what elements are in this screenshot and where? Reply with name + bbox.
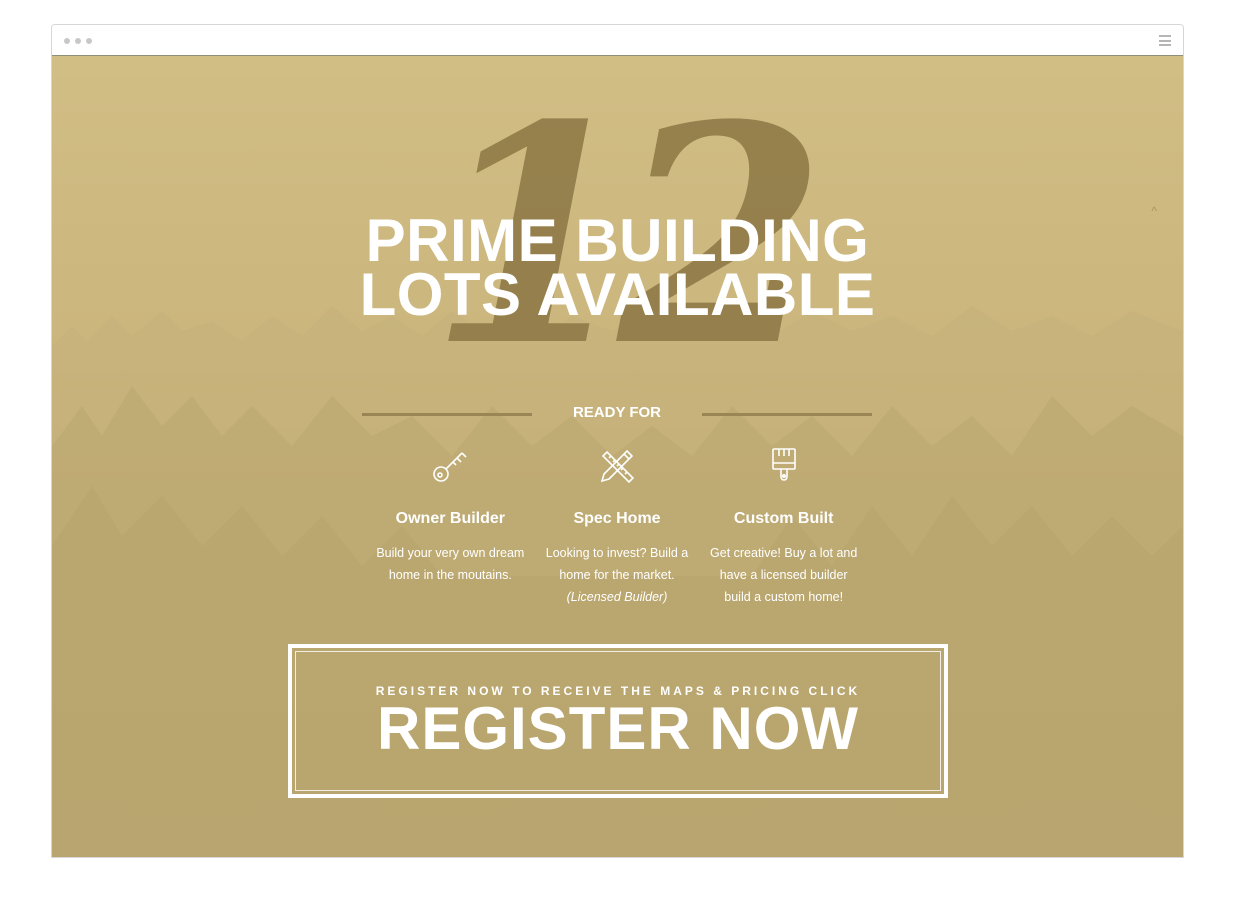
paint-brush-icon: [771, 448, 796, 481]
chevron-up-icon[interactable]: ^: [1151, 204, 1157, 218]
cta-title: REGISTER NOW: [376, 695, 859, 762]
window-dot: [75, 38, 81, 44]
browser-window: 12 PRIME BUILDING LOTS AVAILABLE ^ READY…: [51, 24, 1184, 858]
features-row: Owner Builder Build your very own dream …: [367, 446, 867, 608]
feature-title: Owner Builder: [395, 510, 506, 527]
window-dots: [64, 38, 92, 44]
feature-description: Looking to invest? Build a home for the …: [542, 542, 692, 608]
hero-section: 12 PRIME BUILDING LOTS AVAILABLE ^ READY…: [52, 56, 1183, 857]
feature-title: Spec Home: [573, 510, 661, 527]
pencil-ruler-icon: [600, 449, 635, 484]
feature-custom-built: Custom Built Get creative! Buy a lot and…: [700, 446, 867, 608]
page-headline: PRIME BUILDING LOTS AVAILABLE: [52, 207, 1183, 328]
feature-description: Get creative! Buy a lot and have a licen…: [709, 542, 859, 608]
hamburger-icon[interactable]: [1159, 35, 1171, 46]
feature-owner-builder: Owner Builder Build your very own dream …: [367, 446, 534, 608]
headline-line-2: LOTS AVAILABLE: [359, 261, 876, 328]
feature-description: Build your very own dream home in the mo…: [375, 542, 525, 586]
headline-line-1: PRIME BUILDING: [365, 207, 870, 274]
feature-title: Custom Built: [733, 510, 834, 527]
feature-description-text: Get creative! Buy a lot and have a licen…: [710, 546, 858, 604]
register-now-button[interactable]: REGISTER NOW TO RECEIVE THE MAPS & PRICI…: [288, 644, 948, 798]
divider-line-right: [702, 413, 872, 416]
feature-note: (Licensed Builder): [566, 590, 668, 604]
feature-description-text: Looking to invest? Build a home for the …: [545, 546, 689, 582]
browser-toolbar: [52, 25, 1183, 56]
feature-description-text: Build your very own dream home in the mo…: [376, 546, 525, 582]
window-dot: [64, 38, 70, 44]
key-icon: [433, 452, 467, 482]
window-dot: [86, 38, 92, 44]
ready-for-divider: READY FOR: [362, 402, 872, 426]
feature-spec-home: Spec Home Looking to invest? Build a hom…: [534, 446, 701, 608]
